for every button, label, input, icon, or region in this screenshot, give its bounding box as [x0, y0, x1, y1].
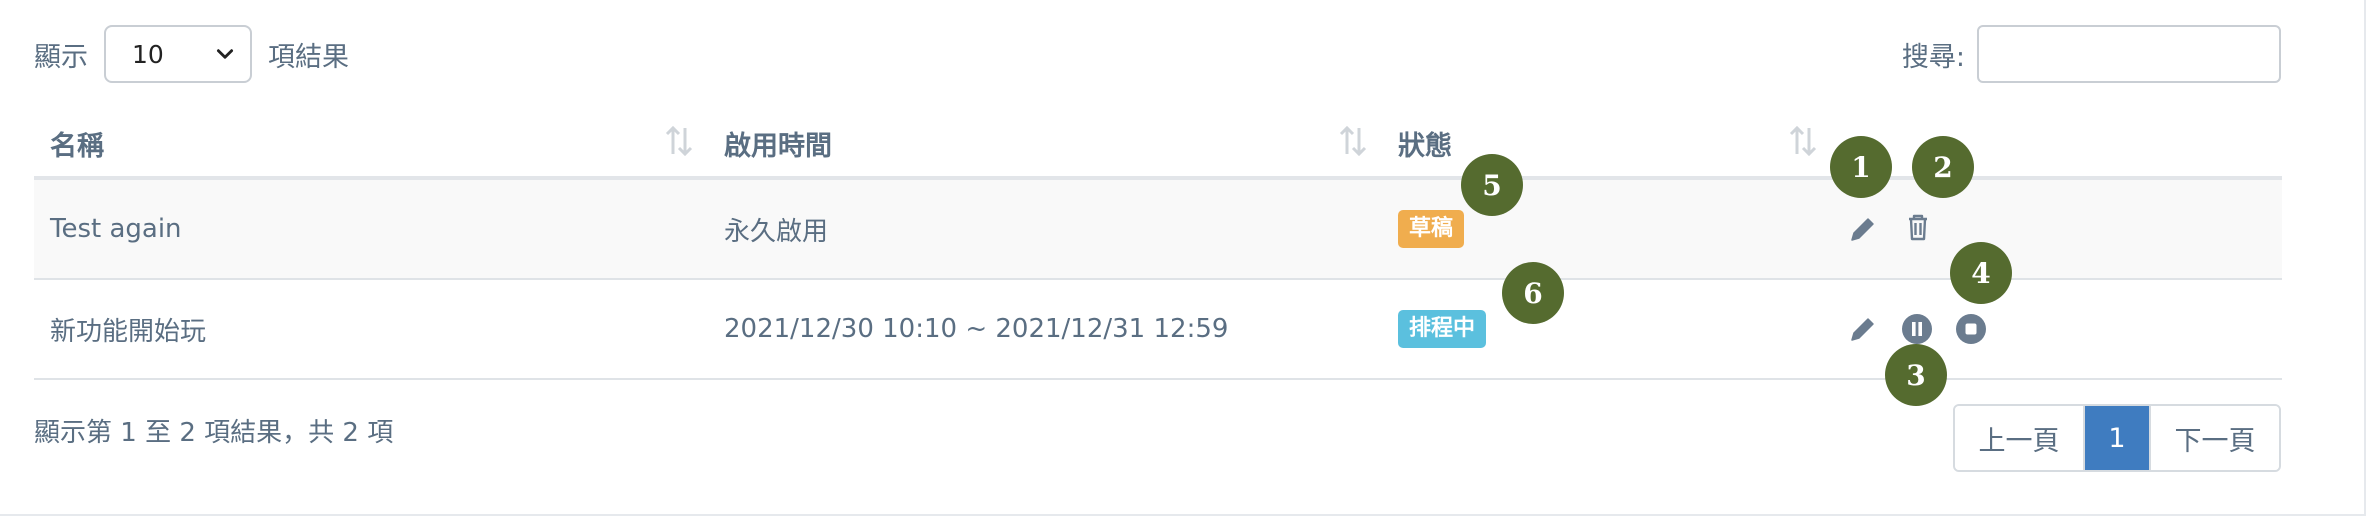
page-length-select[interactable]: 10 [104, 25, 252, 83]
row-name: 新功能開始玩 [50, 316, 207, 347]
edit-icon[interactable] [1846, 212, 1880, 246]
annotation-marker: 3 [1885, 344, 1947, 406]
annotation-marker: 6 [1502, 262, 1564, 324]
status-badge: 排程中 [1398, 310, 1487, 348]
row-time: 永久啟用 [724, 216, 829, 247]
column-header-status[interactable]: 狀態 [1398, 110, 1452, 176]
column-header-time[interactable]: 啟用時間 [724, 110, 832, 176]
page-length-value: 10 [132, 39, 164, 69]
prev-page-button[interactable]: 上一頁 [1955, 406, 2085, 470]
length-suffix-label: 項結果 [268, 41, 349, 73]
annotation-marker: 1 [1830, 136, 1892, 198]
sort-icon[interactable] [1788, 124, 1818, 158]
annotation-marker: 5 [1461, 154, 1523, 216]
pause-icon[interactable] [1900, 312, 1934, 346]
length-menu: 顯示 10 項結果 [34, 24, 349, 84]
row-time: 2021/12/30 10:10 ~ 2021/12/31 12:59 [724, 314, 1229, 344]
chevron-down-icon [216, 49, 234, 59]
search-bar: 搜尋: [1902, 24, 2281, 84]
annotation-marker: 4 [1950, 242, 2012, 304]
stop-icon[interactable] [1954, 312, 1988, 346]
pagination: 上一頁 1 下一頁 [1953, 404, 2281, 472]
row-name: Test again [50, 214, 182, 244]
trash-icon[interactable] [1901, 210, 1935, 244]
length-show-label: 顯示 [34, 41, 88, 73]
annotation-marker: 2 [1912, 136, 1974, 198]
search-input[interactable] [1977, 25, 2281, 83]
status-badge: 草稿 [1398, 210, 1465, 248]
table-info: 顯示第 1 至 2 項結果，共 2 項 [34, 418, 394, 448]
sort-icon[interactable] [664, 124, 694, 158]
search-label: 搜尋: [1901, 41, 1965, 73]
next-page-button[interactable]: 下一頁 [2149, 406, 2279, 470]
page-button-current[interactable]: 1 [2085, 406, 2149, 470]
edit-icon[interactable] [1846, 312, 1880, 346]
sort-icon[interactable] [1338, 124, 1368, 158]
column-header-name[interactable]: 名稱 [50, 110, 104, 176]
